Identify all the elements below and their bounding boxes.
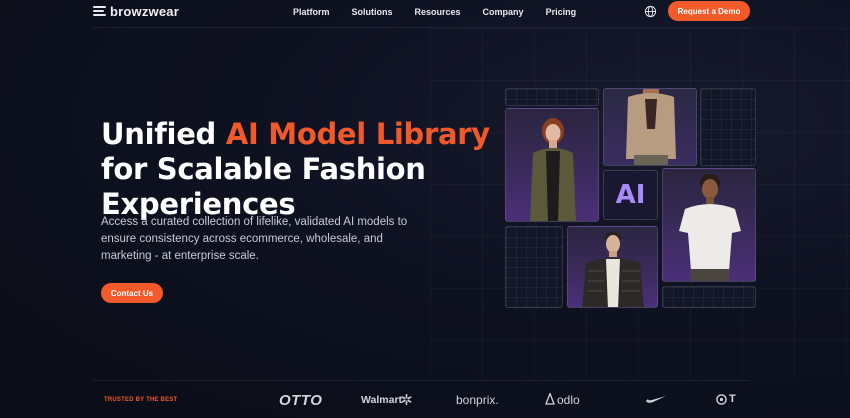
- logo-mark-icon: [93, 5, 106, 18]
- ai-badge-text: AI: [615, 180, 646, 210]
- logo[interactable]: browzwear: [93, 4, 179, 19]
- target-logo-icon: [716, 394, 727, 405]
- nike-logo-icon: [646, 396, 666, 403]
- globe-icon[interactable]: [644, 5, 657, 18]
- model-photo-white-tee: [662, 168, 756, 282]
- brand-logo-otto: OTTO: [279, 392, 323, 409]
- nav-link-pricing[interactable]: Pricing: [546, 7, 577, 17]
- brand-logo-target: T: [729, 393, 736, 405]
- hero-title-prefix: Unified: [101, 117, 226, 151]
- odlo-mark-icon: [545, 393, 555, 405]
- model-photo-tan-blazer: [603, 88, 697, 166]
- trusted-label: TRUSTED BY THE BEST: [104, 397, 178, 403]
- hero-title-accent: AI Model Library: [225, 117, 490, 151]
- top-nav: browzwear Platform Solutions Resources C…: [0, 0, 850, 26]
- nav-divider: [92, 27, 750, 28]
- nav-link-company[interactable]: Company: [483, 7, 524, 17]
- walmart-spark-icon: [401, 394, 412, 405]
- ai-badge: AI: [603, 170, 658, 220]
- collage-tile: [700, 88, 756, 166]
- contact-us-button[interactable]: Contact Us: [101, 283, 163, 303]
- model-photo-plaid-shirt: [567, 226, 658, 308]
- collage-tile: [505, 88, 599, 106]
- nav-links: Platform Solutions Resources Company Pri…: [293, 7, 598, 17]
- hero-title-line2: for Scalable Fashion: [101, 152, 426, 186]
- collage-tile: [662, 286, 756, 308]
- request-demo-button[interactable]: Request a Demo: [668, 1, 750, 21]
- nav-link-platform[interactable]: Platform: [293, 7, 330, 17]
- model-photo-green-blazer: [505, 108, 599, 222]
- brand-logo-walmart: Walmart: [361, 394, 403, 406]
- hero-title: Unified AI Model Library for Scalable Fa…: [101, 117, 501, 222]
- hero-subtitle: Access a curated collection of lifelike,…: [101, 216, 408, 262]
- nav-link-solutions[interactable]: Solutions: [352, 7, 393, 17]
- trusted-divider: [92, 380, 750, 381]
- page: browzwear Platform Solutions Resources C…: [0, 0, 850, 418]
- brand-logo-bonprix: bonprix.: [456, 393, 499, 407]
- brand-logo-odlo: odlo: [557, 393, 580, 407]
- collage-tile: [505, 226, 563, 308]
- logo-text: browzwear: [110, 4, 179, 19]
- nav-link-resources[interactable]: Resources: [415, 7, 461, 17]
